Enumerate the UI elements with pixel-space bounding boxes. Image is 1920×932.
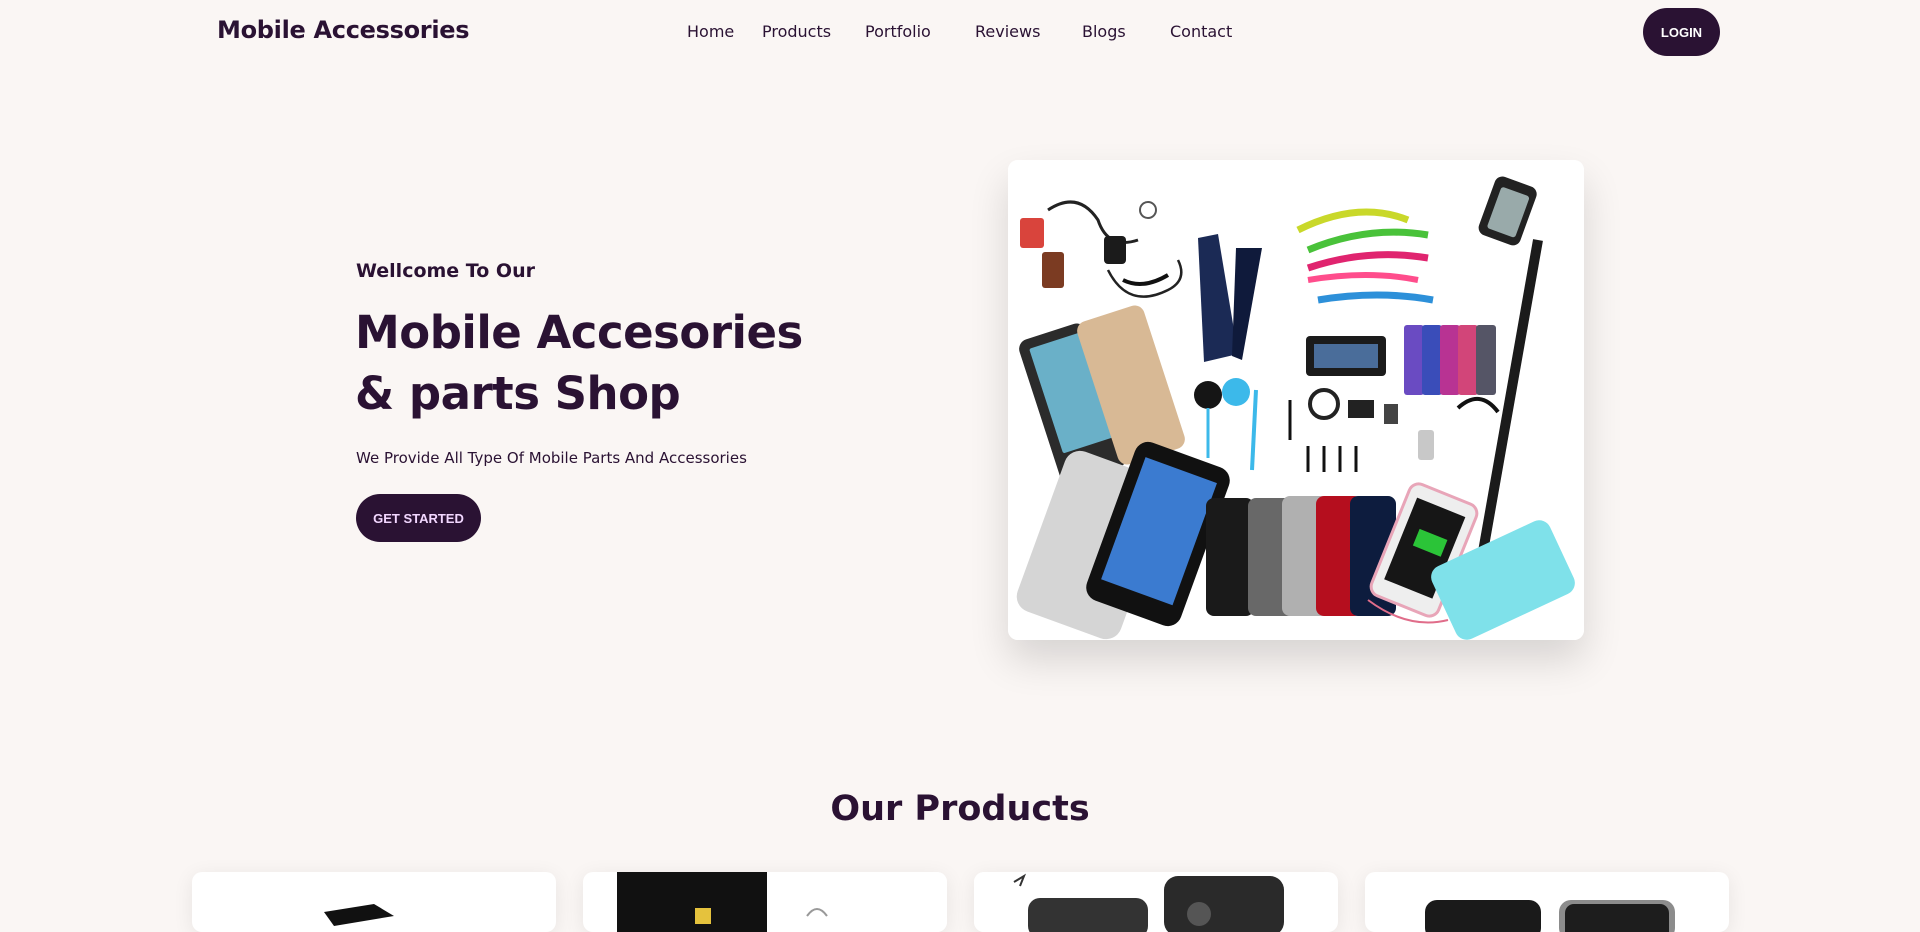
nav-link-reviews[interactable]: Reviews: [975, 22, 1040, 41]
product-image: [1397, 872, 1697, 932]
hero-accessories-image: [1008, 160, 1584, 640]
top-nav: Mobile Accessories Home Products Portfol…: [0, 0, 1920, 64]
brand-logo[interactable]: Mobile Accessories: [217, 16, 470, 44]
accessories-illustration: [1008, 160, 1584, 640]
nav-link-blogs[interactable]: Blogs: [1082, 22, 1126, 41]
login-button[interactable]: LOGIN: [1643, 8, 1720, 56]
product-image: [974, 872, 1304, 932]
nav-link-contact[interactable]: Contact: [1170, 22, 1232, 41]
nav-link-products[interactable]: Products: [762, 22, 831, 41]
product-card[interactable]: [1365, 872, 1729, 932]
product-thumbnail: [1013, 873, 1284, 932]
product-image: [617, 872, 947, 932]
hero-description: We Provide All Type Of Mobile Parts And …: [356, 449, 747, 467]
product-thumbnail: [617, 872, 828, 932]
hero-title: Mobile Accesories & parts Shop: [355, 306, 803, 420]
get-started-button[interactable]: GET STARTED: [356, 494, 481, 542]
nav-link-portfolio[interactable]: Portfolio: [865, 22, 931, 41]
product-thumbnail: [324, 904, 394, 926]
product-card[interactable]: [192, 872, 556, 932]
product-card[interactable]: [583, 872, 947, 932]
nav-link-home[interactable]: Home: [687, 22, 734, 41]
hero-subtitle: Wellcome To Our: [356, 260, 535, 282]
product-thumbnail: [1425, 900, 1675, 932]
product-image: [224, 872, 524, 932]
product-card[interactable]: [974, 872, 1338, 932]
products-section-title: Our Products: [830, 789, 1090, 829]
